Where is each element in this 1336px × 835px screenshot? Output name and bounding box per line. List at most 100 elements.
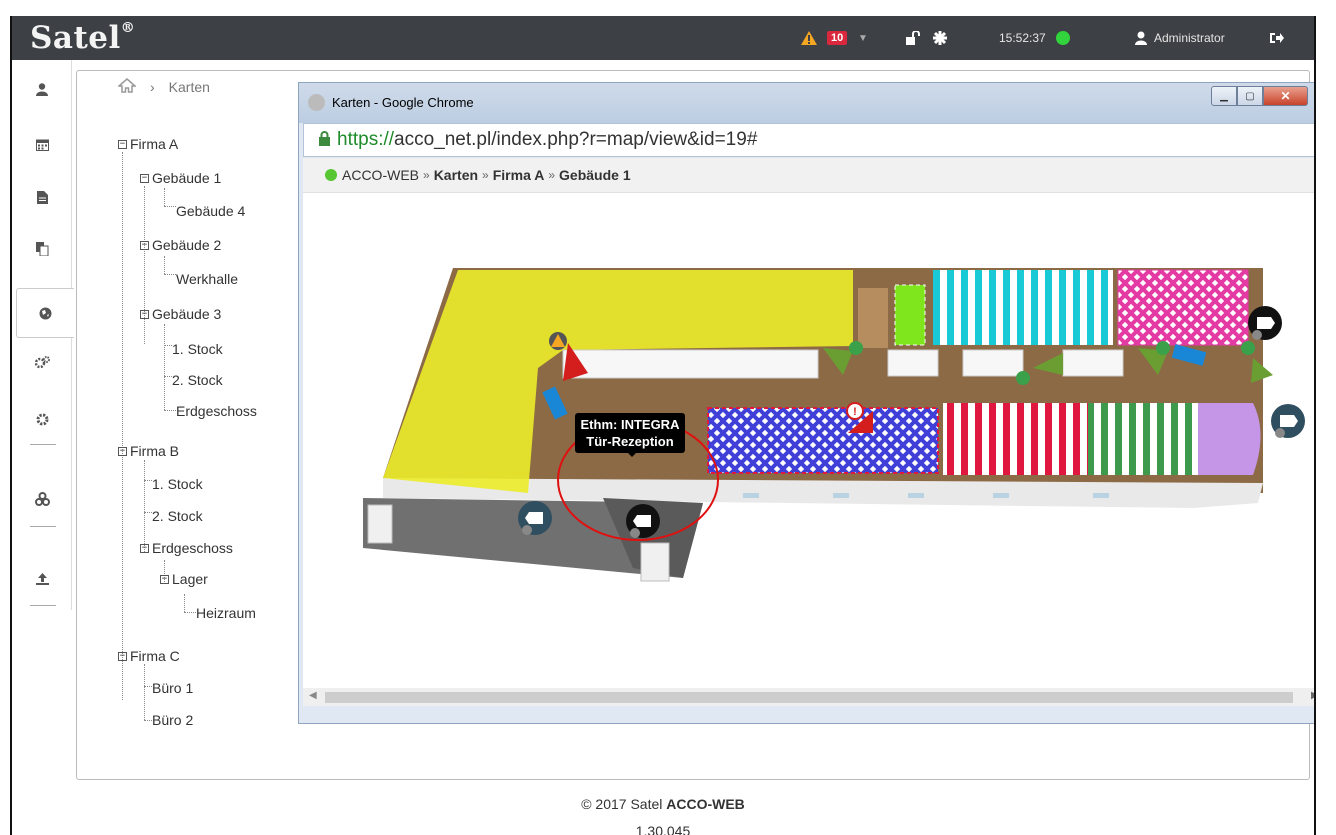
chrome-title-bar[interactable]: Karten - Google Chrome ▁ ▢ ✕ <box>299 83 1314 123</box>
divider <box>30 444 56 445</box>
upload-icon[interactable] <box>12 562 72 596</box>
collapse-icon[interactable]: − <box>118 651 127 661</box>
tree-line <box>184 612 196 613</box>
tree-node-2-stock[interactable]: 2. Stock <box>152 508 203 524</box>
tree-line <box>122 152 123 700</box>
top-bar: Satel® 10 ▼ 15:52:37 Administrator <box>12 16 1314 60</box>
breadcrumb-current: Karten <box>168 79 210 95</box>
collapse-icon[interactable]: − <box>118 139 127 149</box>
tree-line <box>164 324 165 410</box>
map-breadcrumb: ACCO-WEB » Karten » Firma A » Gebäude 1 <box>303 158 1314 193</box>
collapse-icon[interactable]: − <box>140 309 149 319</box>
breadcrumb-separator: › <box>150 79 155 95</box>
zone-cyan[interactable] <box>933 270 1113 345</box>
status-dot <box>325 169 337 181</box>
warning-icon[interactable] <box>549 332 567 350</box>
tree-node-buero-2[interactable]: Büro 2 <box>152 712 193 728</box>
frame-left <box>0 0 10 835</box>
clock: 15:52:37 <box>999 31 1046 45</box>
warning-icon[interactable] <box>800 16 818 60</box>
door-exit-icon[interactable] <box>1271 404 1305 438</box>
collapse-icon[interactable]: − <box>140 173 149 183</box>
crumb-gebaeude-1: Gebäude 1 <box>559 167 631 183</box>
satel-logo[interactable]: Satel® <box>30 20 135 56</box>
crumb-acco-web[interactable]: ACCO-WEB <box>342 167 419 183</box>
tree-node-werkhalle[interactable]: Werkhalle <box>176 271 238 287</box>
tree-node-gebaeude-4[interactable]: Gebäude 4 <box>176 203 245 219</box>
user-name[interactable]: Administrator <box>1154 16 1225 60</box>
frame-right <box>1316 0 1336 835</box>
tree-node-1-stock[interactable]: 1. Stock <box>172 341 223 357</box>
collapse-icon[interactable]: − <box>140 240 149 250</box>
app-window: Satel® 10 ▼ 15:52:37 Administrator › Kar… <box>10 16 1316 835</box>
door-entry-icon[interactable] <box>518 501 552 535</box>
page: Satel® 10 ▼ 15:52:37 Administrator › Kar… <box>0 0 1336 835</box>
tree-node-lager[interactable]: − Lager <box>160 571 208 587</box>
crumb-firma-a[interactable]: Firma A <box>493 167 545 183</box>
cogs-icon[interactable] <box>12 345 72 379</box>
calendar-icon[interactable] <box>12 127 72 161</box>
scroll-right-icon[interactable]: ▶ <box>1311 690 1314 701</box>
window-controls: ▁ ▢ ✕ <box>1211 86 1308 106</box>
tree-node-heizraum[interactable]: Heizraum <box>196 605 256 621</box>
close-button[interactable]: ✕ <box>1263 86 1308 106</box>
tree-line <box>144 664 145 720</box>
tree-line <box>164 206 176 207</box>
document-icon[interactable] <box>12 180 72 214</box>
tree-node-2-stock[interactable]: 2. Stock <box>172 372 223 388</box>
horizontal-scrollbar[interactable]: ◀ ▶ <box>303 688 1314 706</box>
tree-node-firma-c[interactable]: − Firma C <box>118 648 180 664</box>
globe-icon[interactable] <box>16 288 74 338</box>
tree-line <box>144 720 152 721</box>
connection-status-dot <box>1056 16 1070 60</box>
collapse-icon[interactable]: − <box>118 446 127 456</box>
tree-node-gebaeude-3[interactable]: − Gebäude 3 <box>140 306 221 322</box>
collapse-icon[interactable]: − <box>140 543 149 553</box>
network-icon[interactable] <box>12 482 72 516</box>
scroll-left-icon[interactable]: ◀ <box>309 690 317 701</box>
crumb-karten[interactable]: Karten <box>434 167 478 183</box>
tooltip-arrow <box>625 450 639 457</box>
url-text: acco_net.pl/index.php?r=map/view&id=19# <box>394 129 758 150</box>
scroll-thumb[interactable] <box>325 692 1293 703</box>
floor-plan-map[interactable]: ! <box>303 193 1316 688</box>
collapse-icon[interactable]: − <box>160 574 169 584</box>
tree-node-erdgeschoss[interactable]: − Erdgeschoss <box>140 540 233 556</box>
maximize-button[interactable]: ▢ <box>1237 86 1263 106</box>
door-entry-icon[interactable] <box>626 504 660 538</box>
asterisk-icon[interactable] <box>932 16 948 60</box>
chevron-down-icon[interactable]: ▼ <box>858 16 868 60</box>
tree-node-firma-b[interactable]: − Firma B <box>118 443 179 459</box>
user-icon[interactable] <box>1134 16 1148 60</box>
tree-line <box>164 274 176 275</box>
tree-node-1-stock[interactable]: 1. Stock <box>152 476 203 492</box>
chrome-favicon-icon <box>308 94 325 111</box>
tree-node-erdgeschoss[interactable]: Erdgeschoss <box>176 403 257 419</box>
divider <box>30 605 56 606</box>
zone-green[interactable] <box>1088 403 1198 475</box>
zone-green-small[interactable] <box>894 284 926 346</box>
zone-red[interactable] <box>943 403 1088 475</box>
zone-blue[interactable] <box>707 407 939 474</box>
tree-node-buero-1[interactable]: Büro 1 <box>152 680 193 696</box>
user-icon[interactable] <box>12 72 72 106</box>
tree-node-gebaeude-1[interactable]: − Gebäude 1 <box>140 170 221 186</box>
footer-copyright: © 2017 Satel ACCO-WEB <box>581 796 745 812</box>
door-exit-icon[interactable] <box>1248 306 1282 340</box>
tree-node-gebaeude-2[interactable]: − Gebäude 2 <box>140 237 221 253</box>
logout-icon[interactable] <box>1269 16 1285 60</box>
alarm-icon[interactable]: ! <box>846 402 864 420</box>
alarm-count-badge[interactable]: 10 <box>827 16 848 60</box>
map-page: ACCO-WEB » Karten » Firma A » Gebäude 1 <box>303 158 1316 688</box>
zone-purple[interactable] <box>1198 403 1261 475</box>
minimize-button[interactable]: ▁ <box>1211 86 1237 106</box>
copy-icon[interactable] <box>12 232 72 266</box>
gear-icon[interactable] <box>12 402 72 436</box>
zone-pink[interactable] <box>1117 269 1249 346</box>
tree-line <box>164 345 172 346</box>
home-icon[interactable] <box>117 78 137 96</box>
tree-line <box>184 594 185 612</box>
unlock-icon[interactable] <box>905 16 921 60</box>
address-bar[interactable]: https://acco_net.pl/index.php?r=map/view… <box>303 123 1314 157</box>
tree-node-firma-a[interactable]: − Firma A <box>118 136 178 152</box>
